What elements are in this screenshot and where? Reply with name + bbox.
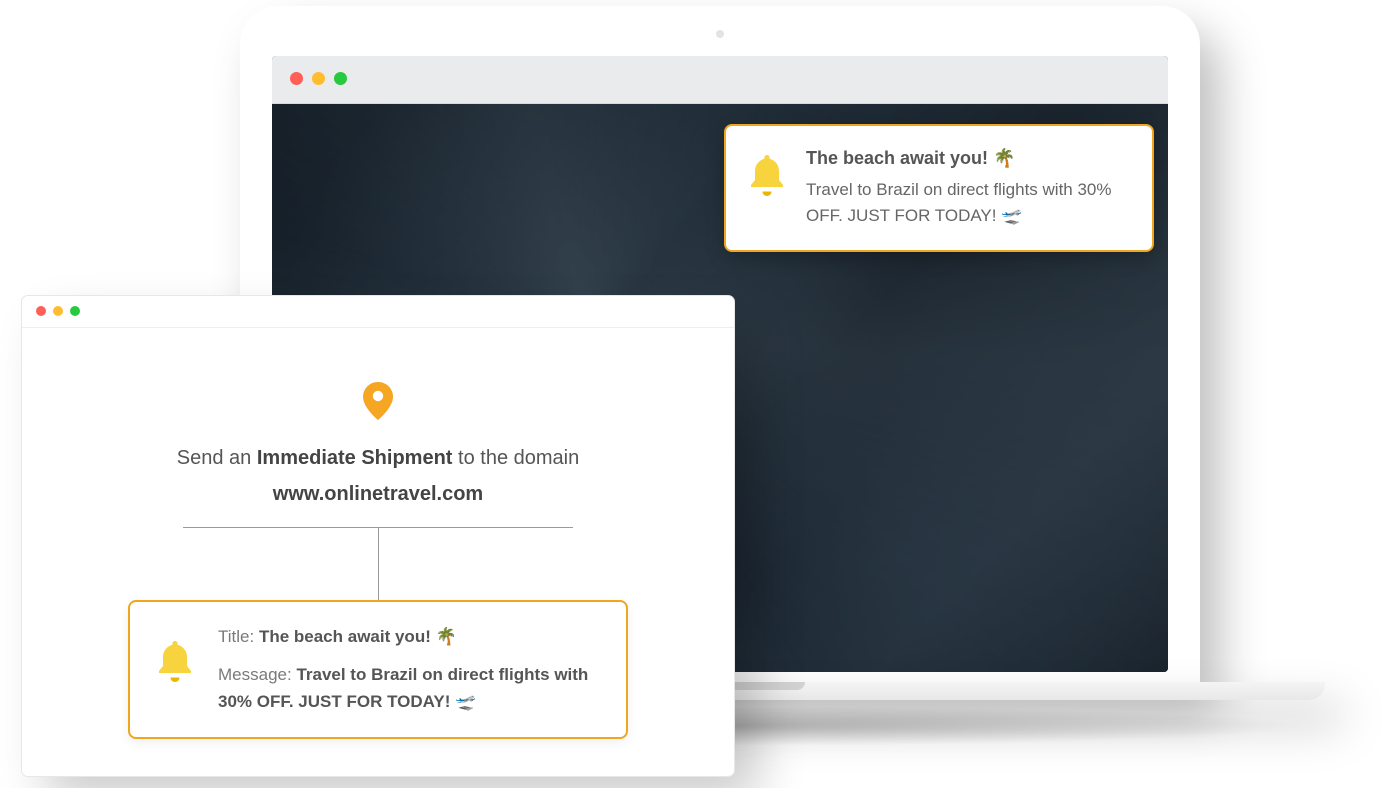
composer-lead-text: Send an Immediate Shipment to the domain… bbox=[62, 443, 694, 509]
window-close-icon[interactable] bbox=[36, 306, 46, 316]
browser-titlebar bbox=[272, 56, 1168, 104]
notification-title: The beach await you! 🌴 bbox=[806, 148, 1130, 169]
compose-title-value[interactable]: The beach await you! 🌴 bbox=[259, 627, 457, 646]
lead-prefix: Send an bbox=[177, 447, 257, 469]
compose-card[interactable]: Title: The beach await you! 🌴 Message: T… bbox=[128, 600, 628, 739]
notification-text: The beach await you! 🌴 Travel to Brazil … bbox=[806, 148, 1130, 228]
laptop-camera bbox=[716, 30, 724, 38]
compose-fields: Title: The beach await you! 🌴 Message: T… bbox=[218, 624, 602, 715]
window-zoom-icon[interactable] bbox=[334, 72, 347, 85]
window-zoom-icon[interactable] bbox=[70, 306, 80, 316]
window-controls bbox=[290, 72, 347, 85]
push-notification[interactable]: The beach await you! 🌴 Travel to Brazil … bbox=[724, 124, 1154, 252]
window-minimize-icon[interactable] bbox=[53, 306, 63, 316]
lead-bold: Immediate Shipment bbox=[257, 447, 453, 469]
bell-icon bbox=[746, 152, 788, 203]
bell-icon bbox=[154, 638, 196, 715]
compose-message-row: Message: Travel to Brazil on direct flig… bbox=[218, 662, 602, 715]
notification-message: Travel to Brazil on direct flights with … bbox=[806, 177, 1130, 228]
window-close-icon[interactable] bbox=[290, 72, 303, 85]
compose-title-row: Title: The beach await you! 🌴 bbox=[218, 624, 602, 650]
location-pin-icon bbox=[363, 382, 393, 425]
composer-body: Send an Immediate Shipment to the domain… bbox=[22, 328, 734, 779]
lead-suffix: to the domain bbox=[452, 447, 579, 469]
compose-title-label: Title: bbox=[218, 627, 259, 646]
composer-window: Send an Immediate Shipment to the domain… bbox=[22, 296, 734, 776]
window-minimize-icon[interactable] bbox=[312, 72, 325, 85]
target-domain: www.onlinetravel.com bbox=[62, 479, 694, 509]
compose-message-label: Message: bbox=[218, 665, 296, 684]
composer-titlebar bbox=[22, 296, 734, 328]
flow-connector-vertical bbox=[378, 528, 379, 600]
window-controls bbox=[36, 306, 80, 316]
